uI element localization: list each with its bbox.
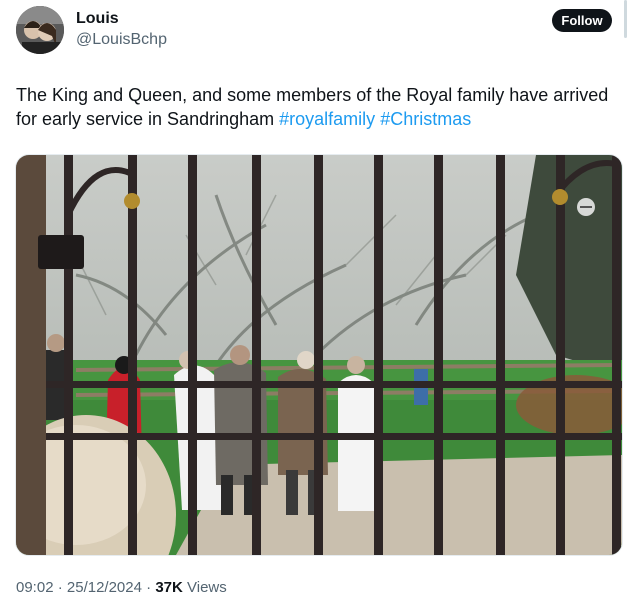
views-label[interactable]: Views: [187, 579, 227, 596]
display-name[interactable]: Louis: [76, 10, 119, 28]
tweet-meta: 09:02 · 25/12/2024 · 37K Views: [16, 579, 227, 596]
avatar[interactable]: [16, 6, 64, 54]
tweet-date[interactable]: 25/12/2024: [67, 579, 142, 596]
tweet-time[interactable]: 09:02: [16, 579, 54, 596]
hashtag-royalfamily[interactable]: #royalfamily: [279, 109, 375, 129]
tweet-photo[interactable]: [15, 154, 623, 556]
views-count[interactable]: 37K: [155, 579, 183, 596]
meta-separator: ·: [57, 579, 63, 596]
scrollbar[interactable]: [624, 0, 627, 38]
user-handle[interactable]: @LouisBchp: [76, 31, 167, 49]
meta-separator: ·: [146, 579, 152, 596]
follow-button[interactable]: Follow: [552, 9, 612, 32]
tweet-text: The King and Queen, and some members of …: [16, 83, 616, 131]
avatar-photo: [16, 6, 64, 54]
royal-arrival-photo: [16, 155, 622, 555]
hashtag-christmas[interactable]: #Christmas: [380, 109, 471, 129]
